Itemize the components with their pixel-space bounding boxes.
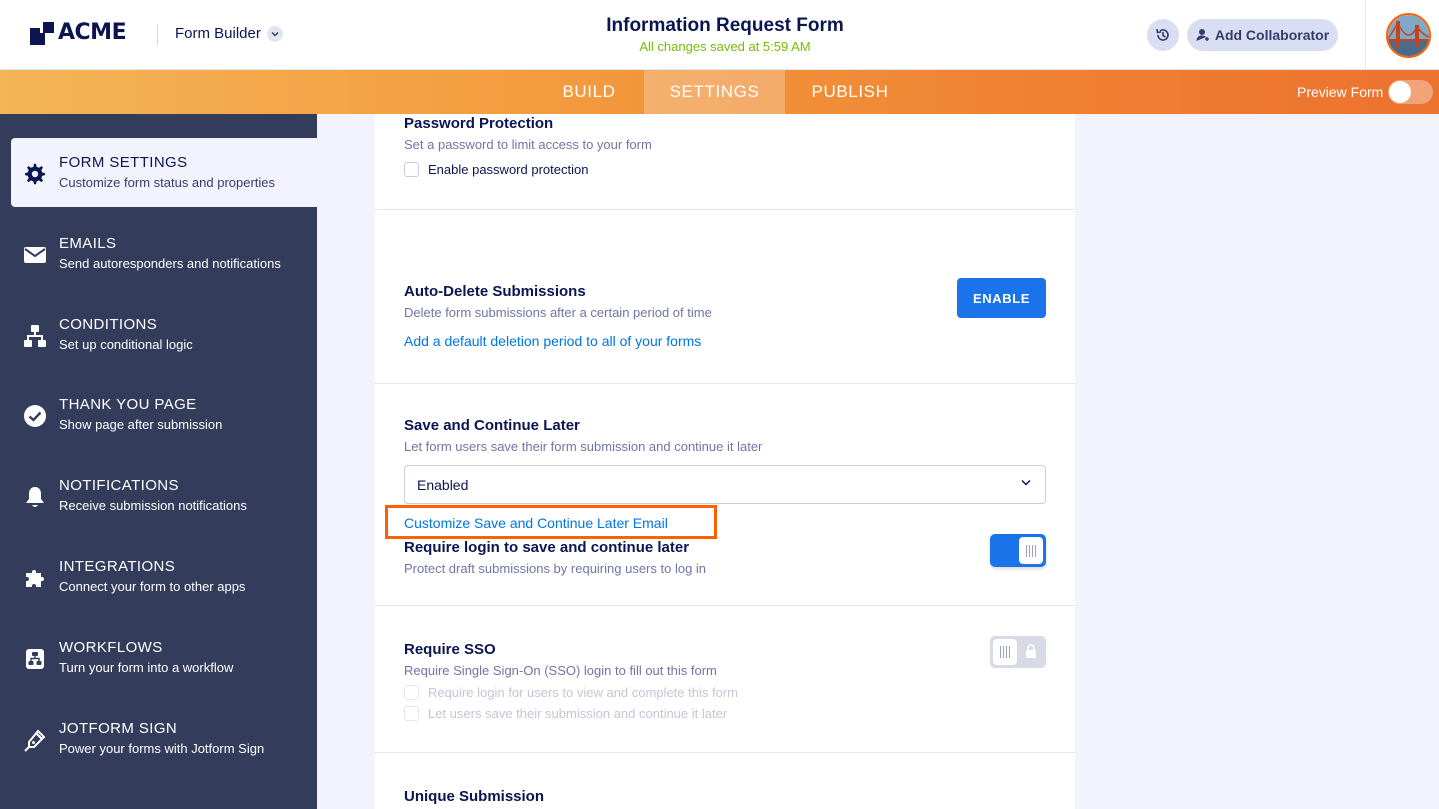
add-collaborator-button[interactable]: Add Collaborator	[1187, 19, 1338, 51]
sidebar-item-title: FORM SETTINGS	[59, 154, 188, 171]
puzzle-icon	[26, 570, 44, 587]
require-login-description: Protect draft submissions by requiring u…	[404, 561, 707, 576]
enable-password-row[interactable]: Enable password protection	[404, 162, 588, 177]
app-name: Form Builder	[175, 25, 261, 42]
password-protection-description: Set a password to limit access to your f…	[404, 137, 652, 152]
sitemap-icon	[24, 325, 46, 347]
toggle-knob	[993, 639, 1017, 665]
avatar[interactable]	[1386, 13, 1431, 58]
require-login-toggle[interactable]	[990, 534, 1046, 567]
header-divider-right	[1365, 0, 1366, 70]
enable-password-checkbox[interactable]	[404, 162, 419, 177]
preview-form-toggle[interactable]	[1388, 80, 1433, 104]
acme-logo[interactable]: ACME	[30, 19, 127, 45]
require-login-title: Require login to save and continue later	[404, 539, 690, 556]
sidebar-item-subtitle: Show page after submission	[59, 417, 223, 432]
sso-save-continue-row: Let users save their submission and cont…	[404, 706, 727, 721]
require-sso-title: Require SSO	[404, 641, 496, 658]
sso-view-complete-row: Require login for users to view and comp…	[404, 685, 738, 700]
tab-build[interactable]: BUILD	[534, 70, 644, 114]
saved-status: All changes saved at 5:59 AM	[639, 39, 811, 54]
tab-settings[interactable]: SETTINGS	[644, 70, 785, 114]
sidebar-item-title: EMAILS	[59, 235, 117, 252]
history-icon	[1156, 28, 1169, 41]
sidebar-item-emails[interactable]: EMAILS Send autoresponders and notificat…	[11, 219, 317, 288]
preview-toggle-knob	[1389, 81, 1411, 103]
sso-view-complete-checkbox[interactable]	[404, 685, 419, 700]
workflow-icon	[26, 649, 44, 669]
section-divider	[375, 752, 1075, 753]
revision-history-button[interactable]	[1147, 19, 1179, 51]
unique-submission-title: Unique Submission	[404, 788, 545, 805]
sidebar-item-thank-you-page[interactable]: THANK YOU PAGE Show page after submissio…	[11, 380, 317, 449]
sidebar-item-subtitle: Customize form status and properties	[59, 175, 276, 190]
save-continue-select[interactable]: Enabled	[404, 465, 1046, 504]
form-builder-menu[interactable]: Form Builder	[175, 25, 283, 42]
sidebar-item-title: INTEGRATIONS	[59, 558, 176, 575]
sidebar-item-title: THANK YOU PAGE	[59, 396, 197, 413]
section-divider	[375, 383, 1075, 384]
sidebar-item-subtitle: Power your forms with Jotform Sign	[59, 741, 265, 756]
settings-sidebar: FORM SETTINGS Customize form status and …	[0, 114, 317, 809]
sidebar-item-form-settings[interactable]: FORM SETTINGS Customize form status and …	[11, 138, 317, 207]
tab-publish[interactable]: PUBLISH	[785, 70, 915, 114]
chevron-down-icon	[266, 25, 283, 42]
sidebar-item-integrations[interactable]: INTEGRATIONS Connect your form to other …	[11, 542, 317, 611]
sidebar-item-title: NOTIFICATIONS	[59, 477, 179, 494]
sso-save-continue-label: Let users save their submission and cont…	[428, 706, 728, 721]
form-title-block: Information Request Form All changes sav…	[520, 15, 930, 54]
form-title[interactable]: Information Request Form	[520, 15, 930, 37]
save-continue-title: Save and Continue Later	[404, 417, 580, 434]
sidebar-item-subtitle: Turn your form into a workflow	[59, 660, 234, 675]
gear-icon	[25, 163, 45, 185]
require-sso-toggle[interactable]	[990, 636, 1046, 668]
sidebar-item-jotform-sign[interactable]: JOTFORM SIGN Power your forms with Jotfo…	[11, 704, 317, 773]
sidebar-item-title: CONDITIONS	[59, 316, 158, 333]
sidebar-item-subtitle: Set up conditional logic	[59, 337, 193, 352]
sidebar-item-title: WORKFLOWS	[59, 639, 163, 656]
password-protection-title: Password Protection	[404, 115, 554, 132]
top-header: ACME Form Builder Information Request Fo…	[0, 0, 1439, 70]
sidebar-item-title: JOTFORM SIGN	[59, 720, 178, 737]
require-sso-description: Require Single Sign-On (SSO) login to fi…	[404, 663, 717, 678]
section-divider	[375, 209, 1075, 210]
save-continue-description: Let form users save their form submissio…	[404, 439, 763, 454]
sso-view-complete-label: Require login for users to view and comp…	[428, 685, 738, 700]
header-divider	[157, 24, 158, 46]
default-deletion-link[interactable]: Add a default deletion period to all of …	[404, 333, 701, 349]
acme-logo-mark	[30, 19, 54, 45]
sidebar-item-subtitle: Connect your form to other apps	[59, 579, 246, 594]
chevron-down-icon	[1021, 479, 1031, 486]
user-plus-icon	[1196, 29, 1209, 41]
enable-auto-delete-button[interactable]: ENABLE	[957, 278, 1046, 318]
envelope-icon	[24, 247, 46, 263]
pen-icon	[24, 729, 46, 752]
logo-text: ACME	[58, 19, 127, 45]
save-continue-select-value: Enabled	[417, 476, 469, 493]
auto-delete-description: Delete form submissions after a certain …	[404, 305, 712, 320]
sidebar-item-workflows[interactable]: WORKFLOWS Turn your form into a workflow	[11, 623, 317, 692]
bell-icon	[26, 487, 44, 507]
check-circle-icon	[24, 405, 46, 427]
add-collaborator-label: Add Collaborator	[1214, 27, 1330, 43]
sidebar-item-subtitle: Receive submission notifications	[59, 498, 247, 513]
highlight-box	[385, 505, 717, 539]
settings-card: Password Protection Set a password to li…	[375, 114, 1075, 809]
sidebar-item-subtitle: Send autoresponders and notifications	[59, 256, 281, 271]
lock-icon	[1026, 644, 1036, 658]
sidebar-item-conditions[interactable]: CONDITIONS Set up conditional logic	[11, 300, 317, 369]
section-divider	[375, 605, 1075, 606]
avatar-image	[1388, 15, 1429, 56]
enable-password-label: Enable password protection	[428, 162, 589, 177]
toggle-knob	[1019, 537, 1043, 564]
builder-nav-bar: BUILD SETTINGS PUBLISH Preview Form	[0, 70, 1439, 114]
preview-form-label: Preview Form	[1297, 84, 1384, 100]
auto-delete-title: Auto-Delete Submissions	[404, 283, 586, 300]
sidebar-item-notifications[interactable]: NOTIFICATIONS Receive submission notific…	[11, 461, 317, 530]
sso-save-continue-checkbox[interactable]	[404, 706, 419, 721]
